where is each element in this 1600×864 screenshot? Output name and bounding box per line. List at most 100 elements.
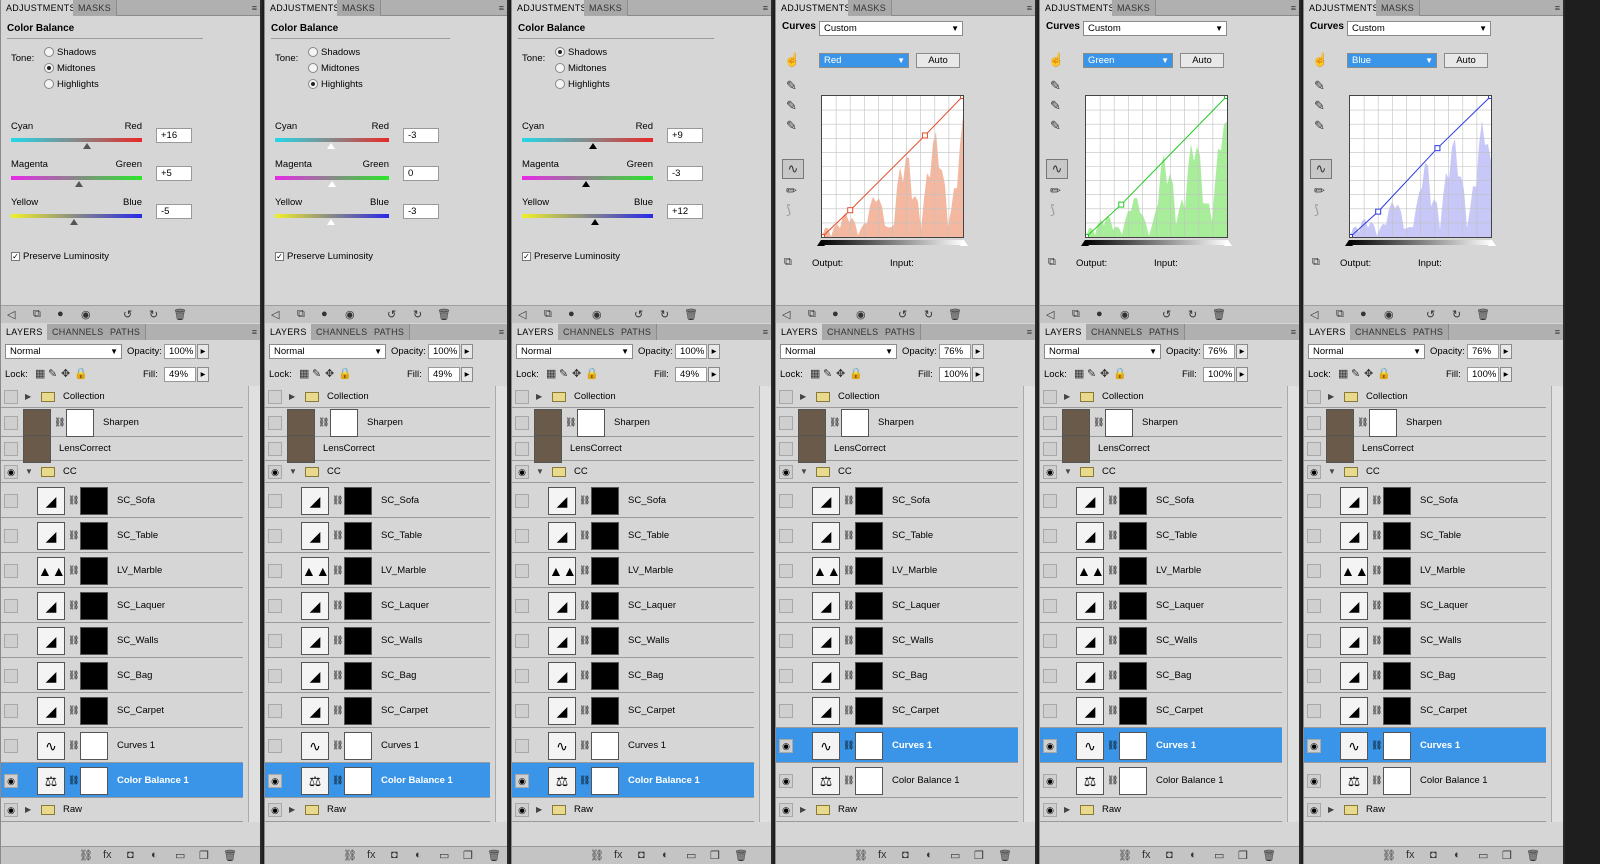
lock-move-icon[interactable]: ✥ [836, 367, 845, 380]
layer-row-raw[interactable]: ◉ ▶ Raw [1040, 798, 1282, 822]
visibility-toggle[interactable]: ◉ [1307, 465, 1321, 479]
lock-transparent-icon[interactable]: ▦ [1338, 367, 1348, 380]
visibility-icon[interactable]: ◉ [345, 308, 355, 321]
preset-dropdown[interactable]: Custom ▼ [1083, 21, 1227, 36]
back-arrow-icon[interactable]: ◁ [1310, 308, 1318, 321]
layer-row-walls[interactable]: ◢ ⛓ SC_Walls [265, 623, 490, 658]
opacity-value[interactable]: 76% [1203, 344, 1235, 359]
tab-channels[interactable]: CHANNELS [47, 324, 110, 340]
expand-closed-icon[interactable]: ▶ [800, 805, 806, 814]
clip-layer-icon[interactable]: ● [57, 308, 64, 320]
visibility-toggle[interactable] [515, 390, 529, 404]
yellow-blue-value[interactable]: +12 [667, 204, 703, 219]
clip-layer-icon[interactable]: ● [1360, 308, 1367, 320]
layer-row-sofa[interactable]: ◢ ⛓ SC_Sofa [265, 483, 490, 518]
back-arrow-icon[interactable]: ◁ [782, 308, 790, 321]
visibility-toggle[interactable]: ◉ [268, 803, 282, 817]
fx-icon[interactable]: fx [614, 849, 623, 861]
visibility-toggle[interactable]: ◉ [779, 465, 793, 479]
visibility-toggle[interactable] [515, 563, 529, 578]
layer-row-table[interactable]: ◢ ⛓ SC_Table [512, 518, 754, 553]
curves-graph[interactable] [1083, 93, 1230, 240]
visibility-toggle[interactable] [515, 738, 529, 753]
lock-all-icon[interactable]: 🔒 [74, 367, 88, 380]
tab-masks[interactable]: MASKS [73, 0, 118, 16]
visibility-toggle[interactable] [4, 668, 18, 683]
visibility-toggle[interactable] [515, 415, 529, 430]
previous-state-icon[interactable]: ↺ [634, 308, 643, 321]
blend-mode-dropdown[interactable]: Normal ▼ [780, 344, 897, 359]
magenta-green-slider[interactable] [328, 181, 336, 187]
layer-row-marble[interactable]: ▲▲ ⛓ LV_Marble [512, 553, 754, 588]
visibility-toggle[interactable] [268, 703, 282, 718]
tab-layers[interactable]: LAYERS [512, 324, 560, 340]
visibility-toggle[interactable]: ◉ [4, 803, 18, 817]
eyedropper-sample-icon[interactable]: ⧉ [784, 256, 792, 269]
visibility-toggle[interactable] [515, 493, 529, 508]
visibility-toggle[interactable] [1307, 493, 1321, 508]
lock-move-icon[interactable]: ✥ [61, 367, 70, 380]
auto-button[interactable]: Auto [1444, 53, 1488, 68]
blend-mode-dropdown[interactable]: Normal ▼ [269, 344, 386, 359]
visibility-toggle[interactable] [1307, 668, 1321, 683]
opacity-arrow[interactable]: ▸ [1236, 344, 1248, 359]
expand-open-icon[interactable]: ▼ [1328, 467, 1336, 476]
visibility-icon[interactable]: ◉ [1384, 308, 1394, 321]
link-layers-icon[interactable]: ⛓ [1118, 849, 1132, 862]
cyan-red-slider[interactable] [82, 143, 91, 149]
channel-dropdown[interactable]: Red ▼ [819, 53, 909, 68]
white-eyedropper-icon[interactable]: ✎ [786, 118, 797, 134]
expand-open-icon[interactable]: ▼ [289, 467, 297, 476]
shadows-radio[interactable] [44, 47, 54, 58]
layer-row-bag[interactable]: ◢ ⛓ SC_Bag [776, 658, 1018, 693]
delete-layer-icon[interactable]: 🗑 [734, 849, 748, 862]
visibility-toggle[interactable] [779, 528, 793, 543]
hand-adjust-icon[interactable]: ☝ [784, 52, 800, 68]
blend-mode-dropdown[interactable]: Normal ▼ [5, 344, 122, 359]
expand-view-icon[interactable]: ⧉ [297, 308, 305, 321]
visibility-toggle[interactable]: ◉ [268, 465, 282, 479]
visibility-toggle[interactable] [268, 442, 282, 456]
curve-point[interactable] [1347, 234, 1353, 240]
visibility-toggle[interactable]: ◉ [1043, 738, 1057, 753]
clip-layer-icon[interactable]: ● [1096, 308, 1103, 320]
radio-midtones[interactable]: Midtones [308, 63, 360, 77]
layer-row-cc[interactable]: ◉ ▼ CC [776, 461, 1018, 483]
new-layer-icon[interactable]: ❐ [199, 849, 209, 862]
radio-highlights[interactable]: Highlights [308, 79, 363, 93]
lock-transparent-icon[interactable]: ▦ [810, 367, 820, 380]
curve-point[interactable] [1083, 234, 1089, 240]
reset-icon[interactable]: ↻ [1188, 308, 1197, 321]
layer-row-sharpen[interactable]: ⛓ Sharpen [1304, 408, 1546, 437]
visibility-icon[interactable]: ◉ [856, 308, 866, 321]
back-arrow-icon[interactable]: ◁ [518, 308, 526, 321]
visibility-toggle[interactable] [1043, 563, 1057, 578]
visibility-toggle[interactable]: ◉ [1043, 465, 1057, 479]
new-layer-icon[interactable]: ❐ [974, 849, 984, 862]
expand-closed-icon[interactable]: ▶ [25, 392, 31, 401]
trash-icon[interactable]: 🗑 [437, 308, 451, 321]
clip-layer-icon[interactable]: ● [321, 308, 328, 320]
layer-row-carpet[interactable]: ◢ ⛓ SC_Carpet [265, 693, 490, 728]
lock-move-icon[interactable]: ✥ [1364, 367, 1373, 380]
previous-state-icon[interactable]: ↺ [898, 308, 907, 321]
new-layer-icon[interactable]: ❐ [710, 849, 720, 862]
visibility-icon[interactable]: ◉ [592, 308, 602, 321]
fill-arrow[interactable]: ▸ [1500, 367, 1512, 382]
curve-point[interactable] [847, 207, 854, 214]
layer-row-lenscorrect[interactable]: LensCorrect [1, 435, 243, 463]
blend-mode-dropdown[interactable]: Normal ▼ [1308, 344, 1425, 359]
visibility-toggle[interactable] [1043, 633, 1057, 648]
layer-row-carpet[interactable]: ◢ ⛓ SC_Carpet [1, 693, 243, 728]
visibility-toggle[interactable] [1307, 703, 1321, 718]
tab-paths[interactable]: PATHS [880, 324, 922, 340]
panel-menu-icon[interactable]: ≡ [499, 324, 504, 340]
layer-row-curves[interactable]: ◉ ∿ ⛓ Curves 1 [1304, 728, 1546, 763]
layer-row-colorbalance[interactable]: ◉ ⚖ ⛓ Color Balance 1 [265, 763, 490, 798]
visibility-toggle[interactable]: ◉ [1043, 803, 1057, 817]
visibility-toggle[interactable] [1307, 415, 1321, 430]
layer-row-bag[interactable]: ◢ ⛓ SC_Bag [1, 658, 243, 693]
expand-closed-icon[interactable]: ▶ [800, 392, 806, 401]
layer-row-laquer[interactable]: ◢ ⛓ SC_Laquer [776, 588, 1018, 623]
cyan-red-value[interactable]: +16 [156, 128, 192, 143]
